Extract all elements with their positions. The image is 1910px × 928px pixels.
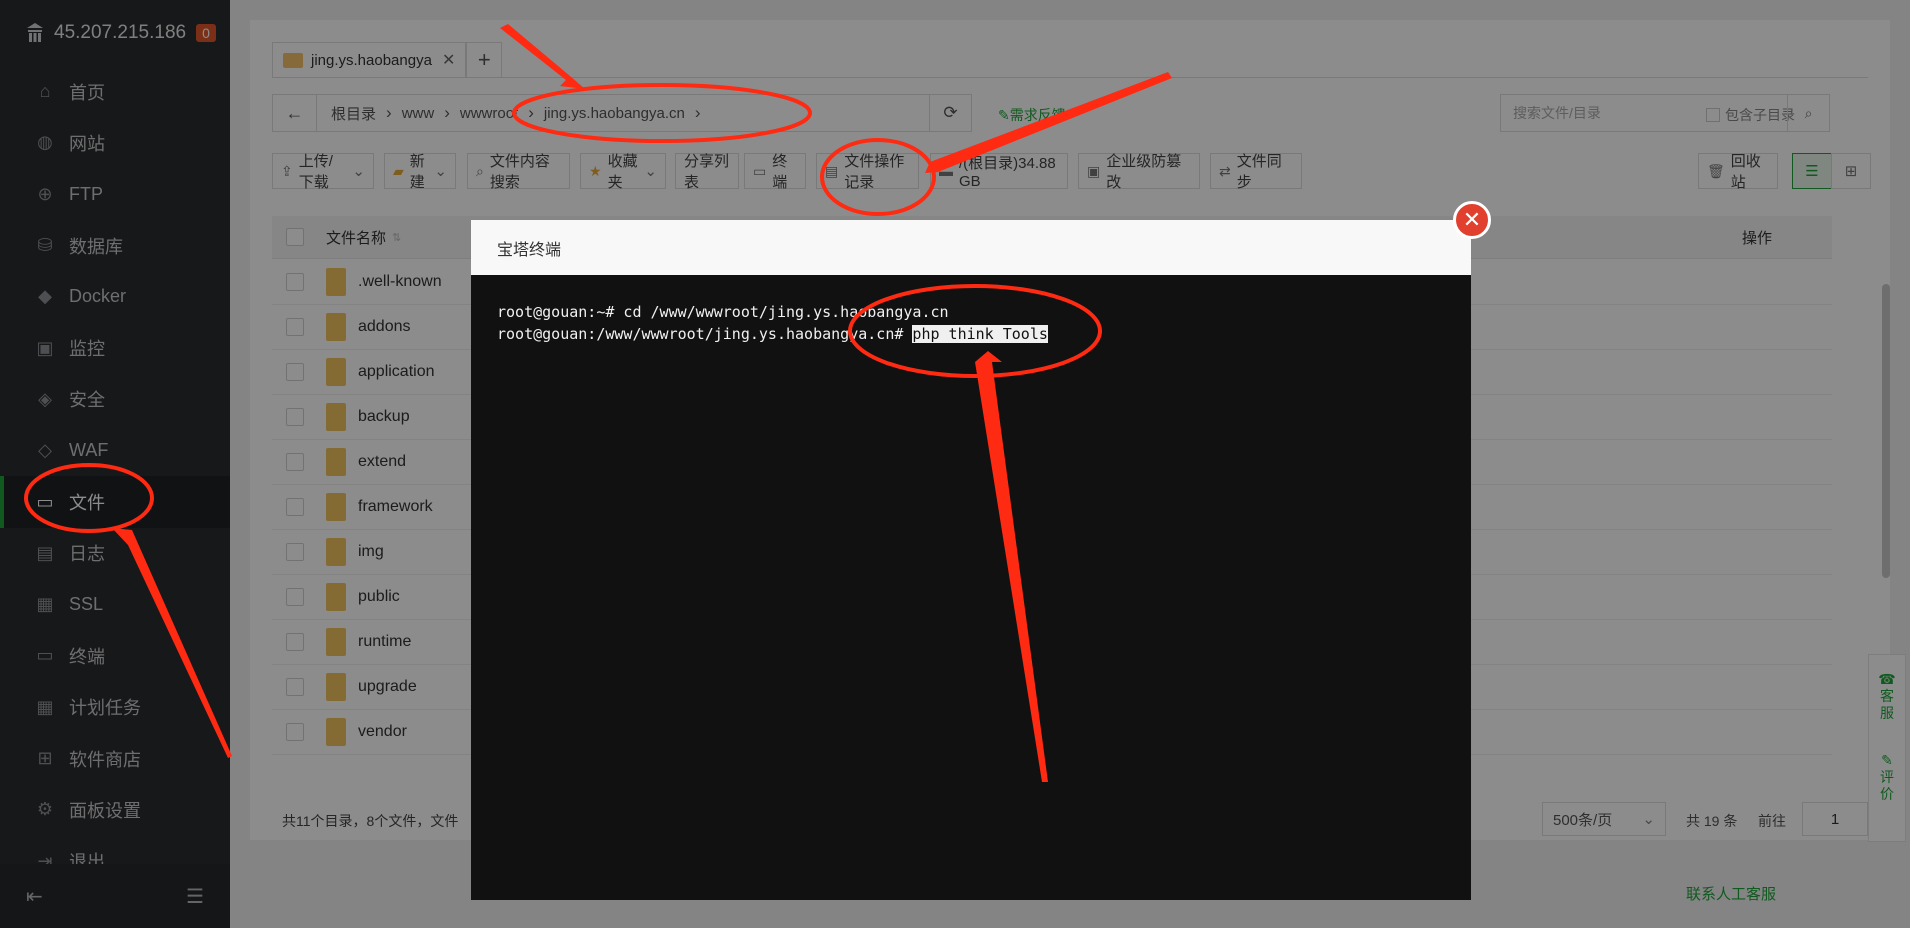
terminal-output[interactable]: root@gouan:~# cd /www/wwwroot/jing.ys.ha… bbox=[471, 275, 1471, 345]
terminal-prompt: root@gouan:/www/wwwroot/jing.ys.haobangy… bbox=[497, 325, 913, 343]
close-dialog-icon[interactable]: ✕ bbox=[1453, 201, 1491, 239]
terminal-command: php think Tools bbox=[912, 325, 1048, 343]
dialog-title: 宝塔终端 bbox=[471, 220, 1471, 275]
terminal-line-1: root@gouan:~# cd /www/wwwroot/jing.ys.ha… bbox=[497, 303, 949, 321]
terminal-dialog: 宝塔终端 root@gouan:~# cd /www/wwwroot/jing.… bbox=[471, 220, 1471, 900]
